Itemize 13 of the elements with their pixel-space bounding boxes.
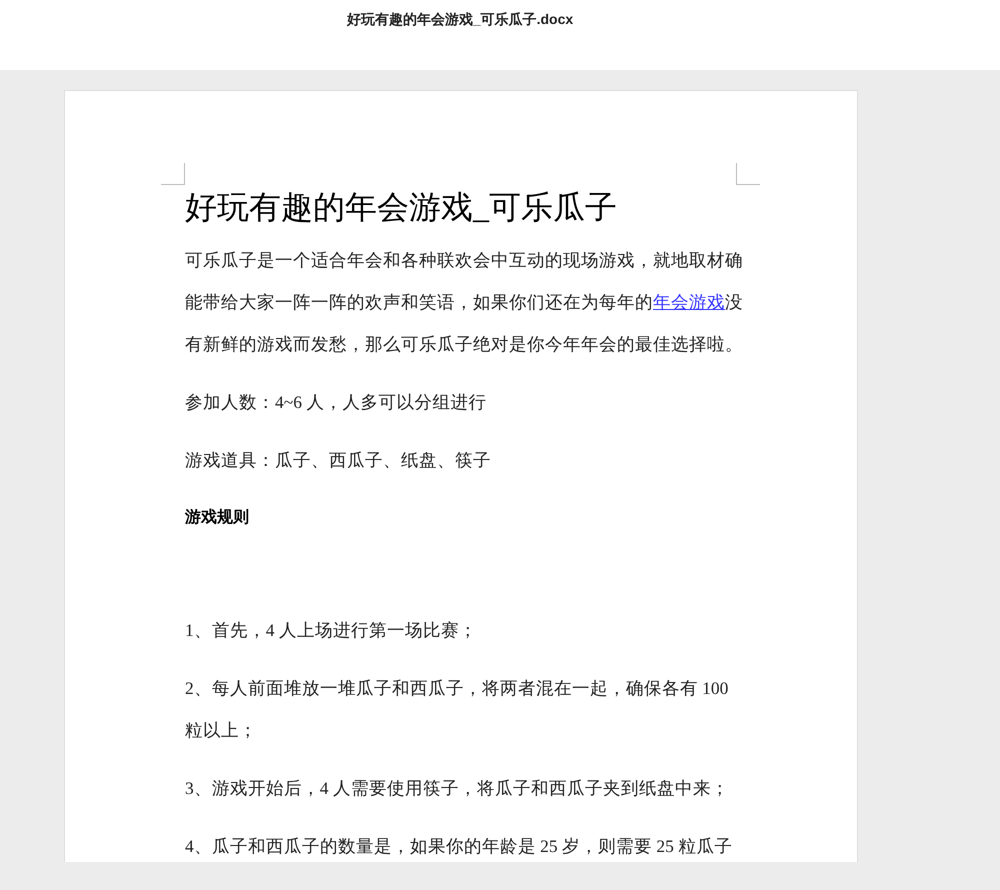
paragraph: 游戏道具：瓜子、西瓜子、纸盘、筷子 — [185, 449, 492, 472]
link[interactable]: 年会游戏 — [653, 292, 725, 312]
paragraph: 2、每人前面堆放一堆瓜子和西瓜子，将两者混在一起，确保各有 100 粒以上； — [185, 677, 730, 742]
paragraph: 可乐瓜子是一个适合年会和各种联欢会中互动的现场游戏，就地取材确能带给大家一阵一阵的欢声和笑语，如果你们还在为每年的年会游戏没有新鲜的游戏而发愁，那么可乐瓜子绝对是你今年年会的最佳选择啦。 — [185, 249, 744, 356]
paragraph: 3、游戏开始后，4 人需要使用筷子，将瓜子和西瓜子夹到纸盘中来； — [185, 777, 730, 800]
document-heading: 好玩有趣的年会游戏_可乐瓜子 — [185, 188, 618, 227]
paragraph: 4、瓜子和西瓜子的数量是，如果你的年龄是 25 岁，则需要 25 粒瓜子 — [185, 835, 734, 858]
margin-corner-mark — [161, 163, 185, 185]
section-heading: 游戏规则 — [185, 508, 250, 528]
paragraph: 参加人数：4~6 人，人多可以分组进行 — [185, 391, 488, 414]
document-title: 好玩有趣的年会游戏_可乐瓜子.docx — [346, 10, 574, 29]
paragraph: 1、首先，4 人上场进行第一场比赛； — [185, 619, 478, 642]
margin-corner-mark — [736, 163, 760, 185]
